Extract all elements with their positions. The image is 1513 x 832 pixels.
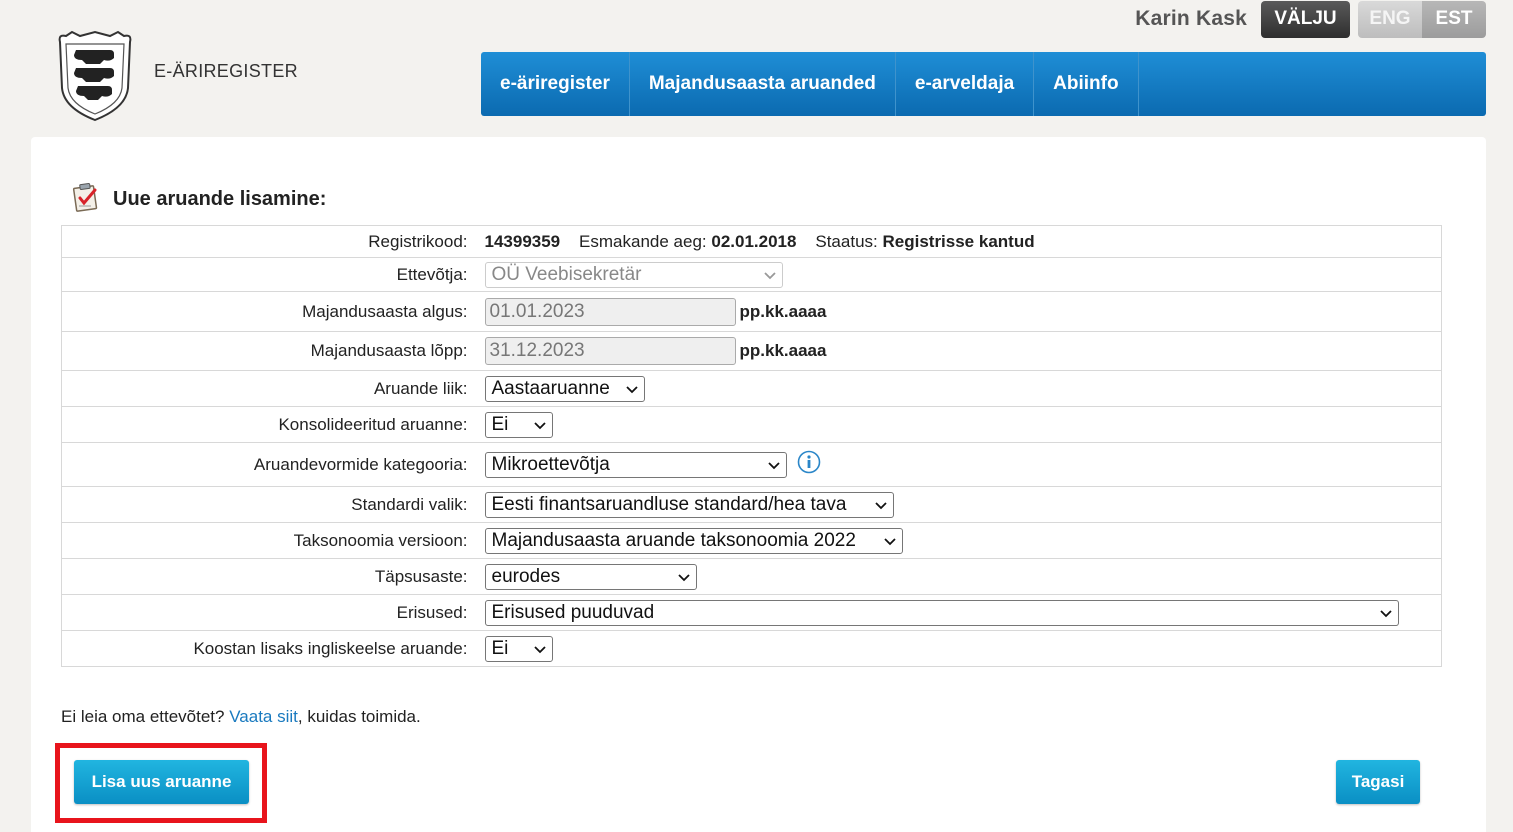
hint-text-before: Ei leia oma ettevõtet? — [61, 707, 230, 726]
report-type-select[interactable]: Aastaaruanne — [484, 375, 645, 402]
standard-value: Eesti finantsaruandluse standard/hea tav… — [491, 493, 847, 515]
standard-row: Standardi valik: Eesti finantsaruandluse… — [61, 486, 1442, 523]
info-row: Registrikood: 14399359 Esmakande aeg: 02… — [61, 225, 1442, 258]
help-hint: Ei leia oma ettevõtet? Vaata siit, kuida… — [61, 707, 421, 727]
main-card: Uue aruande lisamine: Registrikood: 1439… — [31, 137, 1486, 832]
language-switcher: ENG EST — [1358, 0, 1486, 38]
precision-select[interactable]: eurodes — [484, 563, 697, 590]
chevron-down-icon — [533, 645, 546, 653]
category-value: Mikroettevõtja — [491, 453, 610, 475]
user-name: Karin Kask — [1135, 7, 1247, 30]
taxonomy-label: Taksonoomia versioon: — [61, 522, 476, 559]
chevron-down-icon — [677, 573, 690, 581]
hint-text-after: , kuidas toimida. — [297, 707, 421, 726]
site-logo[interactable]: E-ÄRIREGISTER — [54, 30, 298, 127]
logout-button[interactable]: VÄLJU — [1261, 0, 1350, 38]
precision-value: eurodes — [491, 565, 561, 587]
consolidated-row: Konsolideeritud aruanne: Ei — [61, 406, 1442, 443]
logo-text: E-ÄRIREGISTER — [154, 61, 298, 81]
chevron-down-icon — [533, 421, 546, 429]
exceptions-select[interactable]: Erisused puuduvad — [484, 599, 1399, 626]
taxonomy-value: Majandusaasta aruande taksonoomia 2022 — [491, 529, 856, 551]
start-date-format: pp.kk.aaaa — [739, 301, 827, 321]
lang-est-button[interactable]: EST — [1422, 0, 1486, 38]
taxonomy-row: Taksonoomia versioon: Majandusaasta arua… — [61, 522, 1442, 559]
nav-item-eariregister[interactable]: e-äriregister — [481, 52, 630, 116]
consolidated-label: Konsolideeritud aruanne: — [61, 406, 476, 443]
main-navigation: e-äriregister Majandusaasta aruanded e-a… — [481, 52, 1486, 116]
page-title-text: Uue aruande lisamine: — [113, 188, 327, 210]
nav-item-annual-reports[interactable]: Majandusaasta aruanded — [630, 52, 896, 116]
chevron-down-icon — [1379, 609, 1392, 617]
category-select[interactable]: Mikroettevõtja — [484, 451, 787, 478]
first-entry-value: 02.01.2018 — [711, 231, 797, 251]
hint-link[interactable]: Vaata siit — [229, 707, 298, 726]
category-label: Aruandevormide kategooria: — [61, 442, 476, 487]
category-row: Aruandevormide kategooria: Mikroettevõtj… — [61, 442, 1442, 487]
end-label: Majandusaasta lõpp: — [61, 331, 476, 371]
back-button[interactable]: Tagasi — [1336, 760, 1420, 804]
consolidated-select[interactable]: Ei — [484, 411, 553, 438]
page-title: Uue aruande lisamine: — [71, 182, 326, 217]
regcode-label: Registrikood: — [61, 225, 476, 258]
taxonomy-select[interactable]: Majandusaasta aruande taksonoomia 2022 — [484, 527, 903, 554]
chevron-down-icon — [763, 271, 776, 279]
status-value: Registrisse kantud — [882, 231, 1035, 251]
english-row: Koostan lisaks ingliskeelse aruande: Ei — [61, 630, 1442, 667]
company-label: Ettevõtja: — [61, 257, 476, 292]
first-entry-label: Esmakande aeg: — [579, 231, 707, 251]
end-row: Majandusaasta lõpp: 31.12.2023 pp.kk.aaaa — [61, 331, 1442, 371]
standard-select[interactable]: Eesti finantsaruandluse standard/hea tav… — [484, 491, 894, 518]
exceptions-label: Erisused: — [61, 594, 476, 631]
english-report-select[interactable]: Ei — [484, 635, 553, 662]
company-row: Ettevõtja: OÜ Veebisekretär — [61, 257, 1442, 292]
chevron-down-icon — [625, 385, 638, 393]
user-bar: Karin Kask VÄLJU ENG EST — [1135, 0, 1486, 38]
coat-of-arms-icon — [54, 30, 136, 127]
consolidated-value: Ei — [491, 413, 509, 435]
type-row: Aruande liik: Aastaaruanne — [61, 370, 1442, 407]
exceptions-row: Erisused: Erisused puuduvad — [61, 594, 1442, 631]
company-select: OÜ Veebisekretär — [484, 261, 783, 288]
nav-item-earveldaja[interactable]: e-arveldaja — [896, 52, 1035, 116]
info-icon[interactable] — [797, 450, 821, 479]
precision-row: Täpsusaste: eurodes — [61, 558, 1442, 595]
start-row: Majandusaasta algus: 01.01.2023 pp.kk.aaa… — [61, 291, 1442, 332]
english-label: Koostan lisaks ingliskeelse aruande: — [61, 630, 476, 667]
regcode-value: 14399359 — [484, 231, 561, 251]
add-report-button[interactable]: Lisa uus aruanne — [74, 760, 249, 804]
precision-label: Täpsusaste: — [61, 558, 476, 595]
end-date-field[interactable]: 31.12.2023 — [484, 337, 736, 365]
chevron-down-icon — [883, 537, 896, 545]
lang-eng-button[interactable]: ENG — [1358, 0, 1422, 38]
company-select-value: OÜ Veebisekretär — [491, 263, 642, 285]
report-form: Registrikood: 14399359 Esmakande aeg: 02… — [61, 225, 1442, 667]
report-type-value: Aastaaruanne — [491, 377, 610, 399]
chevron-down-icon — [874, 501, 887, 509]
chevron-down-icon — [767, 461, 780, 469]
nav-item-help[interactable]: Abiinfo — [1034, 52, 1139, 116]
end-date-format: pp.kk.aaaa — [739, 341, 827, 360]
status-label: Staatus: — [815, 231, 878, 251]
clipboard-check-icon — [71, 182, 101, 217]
start-date-field[interactable]: 01.01.2023 — [484, 297, 736, 326]
standard-label: Standardi valik: — [61, 486, 476, 523]
type-label: Aruande liik: — [61, 370, 476, 407]
start-label: Majandusaasta algus: — [61, 291, 476, 332]
english-report-value: Ei — [491, 637, 509, 659]
exceptions-value: Erisused puuduvad — [491, 601, 655, 623]
